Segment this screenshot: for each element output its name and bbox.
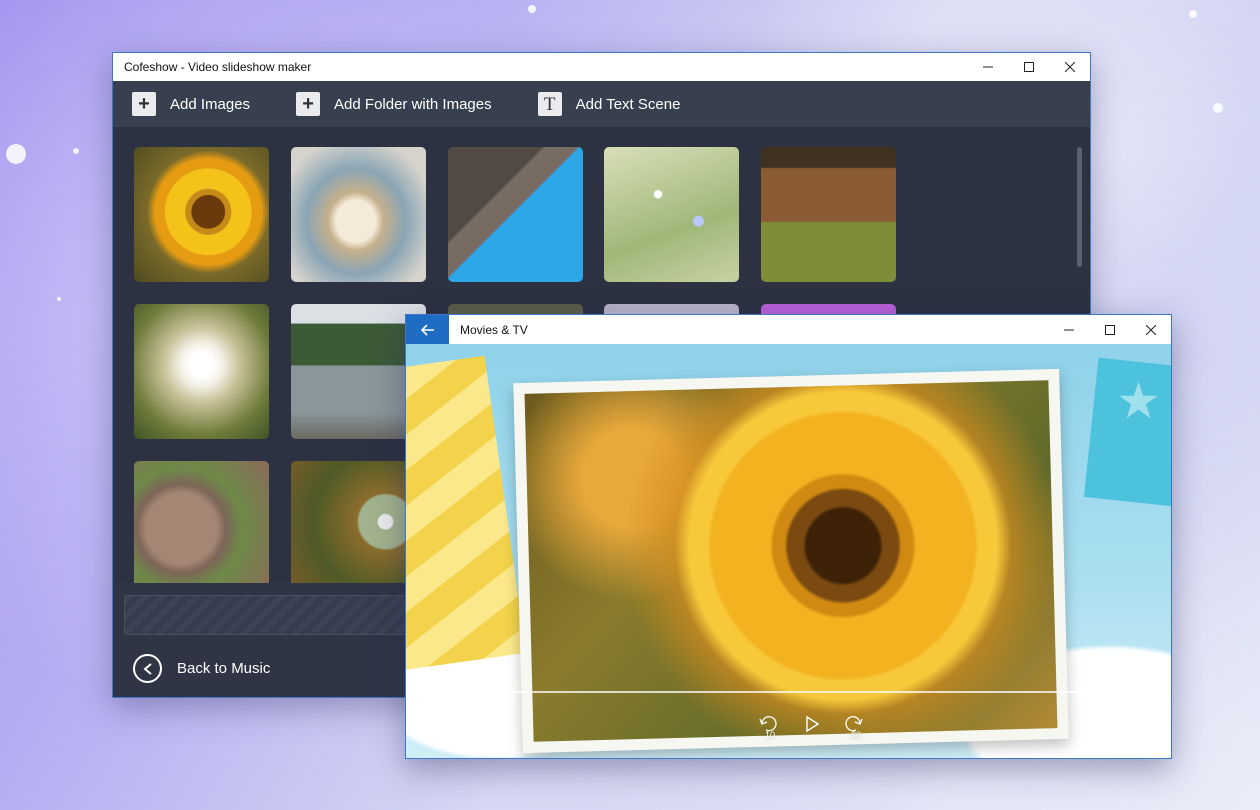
window-controls bbox=[967, 53, 1090, 81]
background-sparkle bbox=[1213, 103, 1223, 113]
minimize-icon bbox=[1063, 329, 1074, 330]
video-frame[interactable]: ★ 10 30 bbox=[406, 344, 1171, 758]
movies-tv-window: Movies & TV ★ 10 30 bbox=[405, 314, 1172, 759]
minimize-icon bbox=[982, 66, 993, 68]
add-images-button[interactable]: + Add Images bbox=[132, 92, 250, 116]
image-thumbnail-horse[interactable] bbox=[761, 147, 896, 282]
maximize-button[interactable] bbox=[1089, 315, 1130, 344]
image-thumbnail-flowers[interactable] bbox=[604, 147, 739, 282]
image-thumbnail-house[interactable] bbox=[134, 461, 269, 583]
progress-track[interactable] bbox=[430, 691, 1155, 693]
fullscreen-icon bbox=[1082, 716, 1098, 732]
decorative-stripe bbox=[406, 355, 527, 673]
skip-forward-button[interactable]: 30 bbox=[842, 712, 866, 740]
skip-back-button[interactable]: 10 bbox=[756, 712, 780, 740]
close-icon bbox=[1064, 62, 1075, 72]
window-title: Movies & TV bbox=[460, 322, 528, 337]
minimize-button[interactable] bbox=[1048, 315, 1089, 344]
image-thumbnail-dandelion[interactable] bbox=[134, 304, 269, 439]
folder-plus-icon: + bbox=[296, 92, 321, 116]
play-button[interactable] bbox=[800, 712, 824, 736]
subtitles-icon bbox=[475, 716, 495, 732]
volume-icon bbox=[432, 716, 450, 732]
minimize-button[interactable] bbox=[967, 53, 1008, 81]
background-sparkle bbox=[1189, 10, 1197, 18]
image-thumbnail-sunflower[interactable] bbox=[134, 147, 269, 282]
scrollbar[interactable] bbox=[1077, 147, 1082, 267]
plus-icon: + bbox=[132, 92, 156, 116]
close-button[interactable] bbox=[1130, 315, 1171, 344]
more-options-button[interactable] bbox=[1121, 712, 1145, 736]
skip-back-seconds: 10 bbox=[765, 730, 776, 740]
add-folder-button[interactable]: + Add Folder with Images bbox=[296, 92, 492, 116]
background-sparkle bbox=[57, 297, 61, 301]
playback-controls: 10 30 bbox=[406, 678, 1171, 758]
more-icon bbox=[1124, 722, 1142, 726]
back-to-music-button[interactable]: Back to Music bbox=[133, 654, 270, 683]
window-title: Cofeshow - Video slideshow maker bbox=[124, 60, 312, 74]
background-sparkle bbox=[6, 144, 26, 164]
add-images-label: Add Images bbox=[170, 95, 251, 113]
music-track-strip[interactable] bbox=[124, 595, 424, 635]
add-text-scene-button[interactable]: T Add Text Scene bbox=[537, 92, 681, 116]
maximize-icon bbox=[1104, 324, 1115, 335]
maximize-button[interactable] bbox=[1008, 53, 1049, 81]
progress-knob[interactable] bbox=[422, 683, 440, 701]
background-sparkle bbox=[73, 148, 79, 154]
movies-titlebar: Movies & TV bbox=[406, 315, 1171, 344]
background-sparkle bbox=[528, 5, 536, 13]
play-icon bbox=[806, 716, 819, 732]
close-icon bbox=[1145, 324, 1156, 335]
back-to-music-label: Back to Music bbox=[177, 660, 271, 677]
subtitles-button[interactable] bbox=[473, 712, 497, 736]
back-button[interactable] bbox=[406, 315, 449, 344]
skip-forward-seconds: 30 bbox=[851, 730, 862, 740]
back-arrow-icon bbox=[420, 323, 434, 336]
add-folder-label: Add Folder with Images bbox=[334, 95, 492, 113]
close-button[interactable] bbox=[1049, 53, 1090, 81]
text-icon: T bbox=[537, 92, 562, 116]
fullscreen-button[interactable] bbox=[1078, 712, 1102, 736]
volume-button[interactable] bbox=[430, 712, 454, 736]
add-text-scene-label: Add Text Scene bbox=[575, 95, 681, 113]
cofeshow-toolbar: + Add Images + Add Folder with Images T … bbox=[113, 81, 1090, 127]
image-thumbnail-dog[interactable] bbox=[291, 147, 426, 282]
image-thumbnail-building[interactable] bbox=[448, 147, 583, 282]
star-icon: ★ bbox=[1116, 373, 1161, 429]
window-controls bbox=[1048, 315, 1171, 344]
maximize-icon bbox=[1023, 62, 1034, 72]
cofeshow-titlebar: Cofeshow - Video slideshow maker bbox=[113, 53, 1090, 81]
back-arrow-icon bbox=[133, 654, 162, 683]
